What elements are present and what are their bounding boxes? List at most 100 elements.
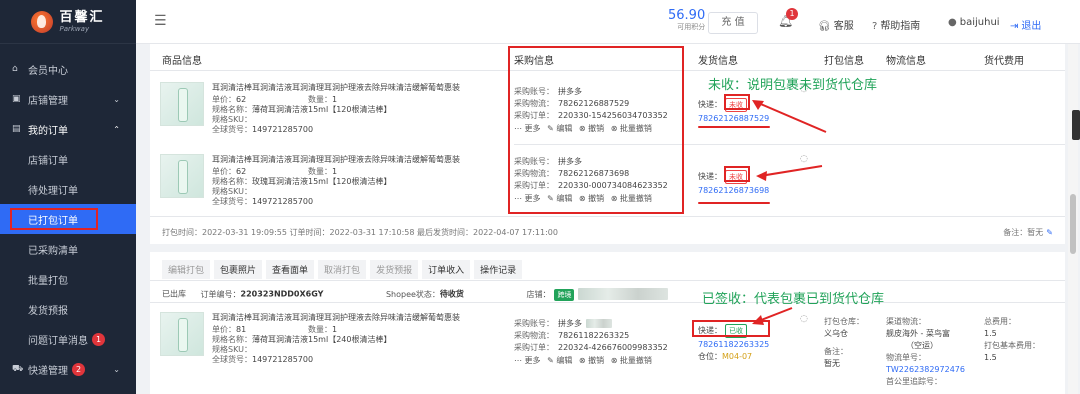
more-button[interactable]: ⋯ 更多 xyxy=(514,356,541,365)
order-timeline: 打包时间：2022-03-31 19:09:55 订单时间：2022-03-31… xyxy=(162,228,558,237)
nav-member-center[interactable]: ⌂ 会员中心 xyxy=(0,54,136,84)
shopee-status: 待收货 xyxy=(439,289,464,299)
tracking-link[interactable]: 78261182263325 xyxy=(698,340,769,349)
tab-cancel-pack[interactable]: 取消打包 xyxy=(318,260,367,279)
problem-count-badge: 1 xyxy=(92,332,105,346)
nav-store-orders[interactable]: 店铺订单 xyxy=(0,144,136,174)
order-action-tabs: 编辑打包 包裹照片 查看面单 取消打包 发货预报 订单收入 操作记录 xyxy=(162,260,523,279)
order-table: 商品信息 采购信息 发货信息 打包信息 物流信息 货代费用 耳洞清洁棒耳洞清洁液… xyxy=(150,44,1065,394)
nav-my-orders[interactable]: ▤ 我的订单 ⌃ xyxy=(0,114,136,144)
tab-view-label[interactable]: 查看面单 xyxy=(266,260,315,279)
col-purchase-info: 采购信息 xyxy=(514,56,554,67)
user-menu[interactable]: ● baijuhui xyxy=(948,17,1000,28)
purchase-info: 采购账号： 拼多多 采购物流： 78262126887529 采购订单： 220330… xyxy=(514,87,668,133)
order-remark: 备注：暂无 ✎ xyxy=(1003,228,1053,237)
chevron-down-icon: ⌄ xyxy=(113,364,120,374)
row-divider xyxy=(150,216,1065,217)
nav-express-management[interactable]: ⛟ 快递管理 2 ⌄ xyxy=(0,354,136,384)
annotation-signed: 已签收：代表包裹已到货代仓库 xyxy=(702,292,885,307)
underline xyxy=(698,202,770,204)
logistics-info: 渠道物流： 舰皮海外 - 菜鸟富 （空运） 物流单号： TW2262382972… xyxy=(886,317,965,386)
headset-icon: 🎧︎ xyxy=(818,21,831,32)
order-number[interactable]: 220323NDD0X6GY xyxy=(241,290,324,299)
product-item: 耳洞清洁棒耳洞清洁液耳洞清理耳洞护理液去除异味清洁缓解葡萄惠装 单价：62 数量… xyxy=(150,82,510,134)
tab-edit-pack[interactable]: 编辑打包 xyxy=(162,260,211,279)
service-link[interactable]: 🎧︎ 客服 xyxy=(818,17,854,32)
edit-button[interactable]: ✎ 编辑 xyxy=(547,356,572,365)
product-item: 耳洞清洁棒耳洞清洁液耳洞清理耳洞护理液去除异味清洁缓解葡萄惠装 单价：81 数量… xyxy=(150,312,510,364)
annotation-unreceived: 未收：说明包裹未到货代仓库 xyxy=(708,78,878,93)
product-thumbnail[interactable] xyxy=(160,154,204,198)
batch-revoke-button[interactable]: ⊗ 批量撤销 xyxy=(611,124,652,133)
product-name[interactable]: 耳洞清洁棒耳洞清洁液耳洞清理耳洞护理液去除异味清洁缓解葡萄惠装 xyxy=(212,312,460,323)
shipping-info: 快递： 已收 78261182263325 仓位：M04-07 xyxy=(698,324,770,361)
revoke-button[interactable]: ⊗ 撤销 xyxy=(579,194,604,203)
product-name[interactable]: 耳洞清洁棒耳洞清洁液耳洞清理耳洞护理液去除异味清洁缓解葡萄惠装 xyxy=(212,154,460,165)
col-forwarding-fee: 货代费用 xyxy=(984,56,1024,67)
batch-revoke-button[interactable]: ⊗ 批量撤销 xyxy=(611,194,652,203)
balance-display: 56.90 可用积分 xyxy=(668,9,705,31)
status-badge: 未收 xyxy=(725,98,747,112)
header-divider xyxy=(150,70,1065,71)
redacted-shop-name xyxy=(578,288,669,300)
home-icon: ⌂ xyxy=(12,64,18,74)
more-button[interactable]: ⋯ 更多 xyxy=(514,194,541,203)
col-shipping-info: 发货信息 xyxy=(698,56,738,67)
logout-link[interactable]: ⇥ 退出 xyxy=(1010,17,1041,32)
tab-package-photos[interactable]: 包裹照片 xyxy=(214,260,263,279)
chevron-up-icon: ⌃ xyxy=(113,124,120,134)
chat-icon[interactable]: ◌ xyxy=(800,154,808,164)
nav-pending-orders[interactable]: 待处理订单 xyxy=(0,174,136,204)
col-product-info: 商品信息 xyxy=(162,56,202,67)
product-item: 耳洞清洁棒耳洞清洁液耳洞清理耳洞护理液去除异味清洁缓解葡萄惠装 单价：62 数量… xyxy=(150,154,510,206)
col-pack-info: 打包信息 xyxy=(824,56,864,67)
help-link[interactable]: ? 帮助指南 xyxy=(872,17,920,32)
tab-operation-log[interactable]: 操作记录 xyxy=(474,260,523,279)
chat-icon[interactable]: ◌ xyxy=(800,314,808,324)
nav-problem-orders[interactable]: 问题订单消息 1 xyxy=(0,324,136,354)
col-logistics-info: 物流信息 xyxy=(886,56,926,67)
nav-purchased-list[interactable]: 已采购清单 xyxy=(0,234,136,264)
edit-icon[interactable]: ✎ xyxy=(1046,228,1053,237)
product-thumbnail[interactable] xyxy=(160,82,204,126)
more-button[interactable]: ⋯ 更多 xyxy=(514,124,541,133)
balance-label: 可用积分 xyxy=(677,23,706,31)
top-header: ☰ 56.90 可用积分 充 值 🔔︎ 1 🎧︎ 客服 ? 帮助指南 ● baijuhu… xyxy=(136,0,1080,44)
order-meta: 已出库 订单编号：220323NDD0X6GY Shopee状态：待收货 店铺：… xyxy=(162,288,669,301)
purchase-info: 采购账号： 拼多多 采购物流： 78262126873698 采购订单： 220330… xyxy=(514,157,668,203)
revoke-button[interactable]: ⊗ 撤销 xyxy=(579,124,604,133)
nav-batch-pack[interactable]: 批量打包 xyxy=(0,264,136,294)
row-divider xyxy=(514,144,1065,145)
pack-info: 打包仓库： 义乌仓 备注： 暂无 xyxy=(824,317,864,368)
status-badge: 未收 xyxy=(725,170,747,184)
tab-order-income[interactable]: 订单收入 xyxy=(422,260,471,279)
recharge-button[interactable]: 充 值 xyxy=(708,12,758,34)
shop-badge: 跨境 xyxy=(554,288,575,301)
order-gap xyxy=(150,244,1065,252)
tab-shipment-forecast[interactable]: 发货预报 xyxy=(370,260,419,279)
annotation-arrow xyxy=(752,100,827,133)
scrollbar[interactable] xyxy=(1068,44,1078,394)
logo-text: 百馨汇 xyxy=(59,9,105,25)
nav-packed-orders[interactable]: 已打包订单 xyxy=(0,204,136,234)
truck-icon: ⛟ xyxy=(12,363,24,374)
nav-store-management[interactable]: ▣ 店铺管理 ⌄ xyxy=(0,84,136,114)
menu-toggle-icon[interactable]: ☰ xyxy=(154,13,167,29)
sidebar: 百馨汇 Parkway ⌂ 会员中心 ▣ 店铺管理 ⌄ ▤ 我的订单 ⌃ 店铺订单 待处理… xyxy=(0,0,136,394)
scrollbar-thumb[interactable] xyxy=(1070,194,1076,254)
batch-revoke-button[interactable]: ⊗ 批量撤销 xyxy=(611,356,652,365)
revoke-button[interactable]: ⊗ 撤销 xyxy=(579,356,604,365)
fee-info: 总费用： 1.5 打包基本费用： 1.5 xyxy=(984,317,1040,362)
product-thumbnail[interactable] xyxy=(160,312,204,356)
side-tab[interactable] xyxy=(1072,110,1080,140)
logo-icon xyxy=(31,10,54,33)
edit-button[interactable]: ✎ 编辑 xyxy=(547,124,572,133)
tracking-link[interactable]: 78262126873698 xyxy=(698,186,769,195)
product-name[interactable]: 耳洞清洁棒耳洞清洁液耳洞清理耳洞护理液去除异味清洁缓解葡萄惠装 xyxy=(212,82,460,93)
logistics-tracking-link[interactable]: TW2262382972476 xyxy=(886,364,965,376)
logo[interactable]: 百馨汇 Parkway xyxy=(0,0,136,44)
edit-button[interactable]: ✎ 编辑 xyxy=(547,194,572,203)
bell-icon[interactable]: 🔔︎ 1 xyxy=(778,8,798,28)
nav-shipment-forecast[interactable]: 发货预报 xyxy=(0,294,136,324)
logout-icon: ⇥ xyxy=(1010,21,1019,32)
